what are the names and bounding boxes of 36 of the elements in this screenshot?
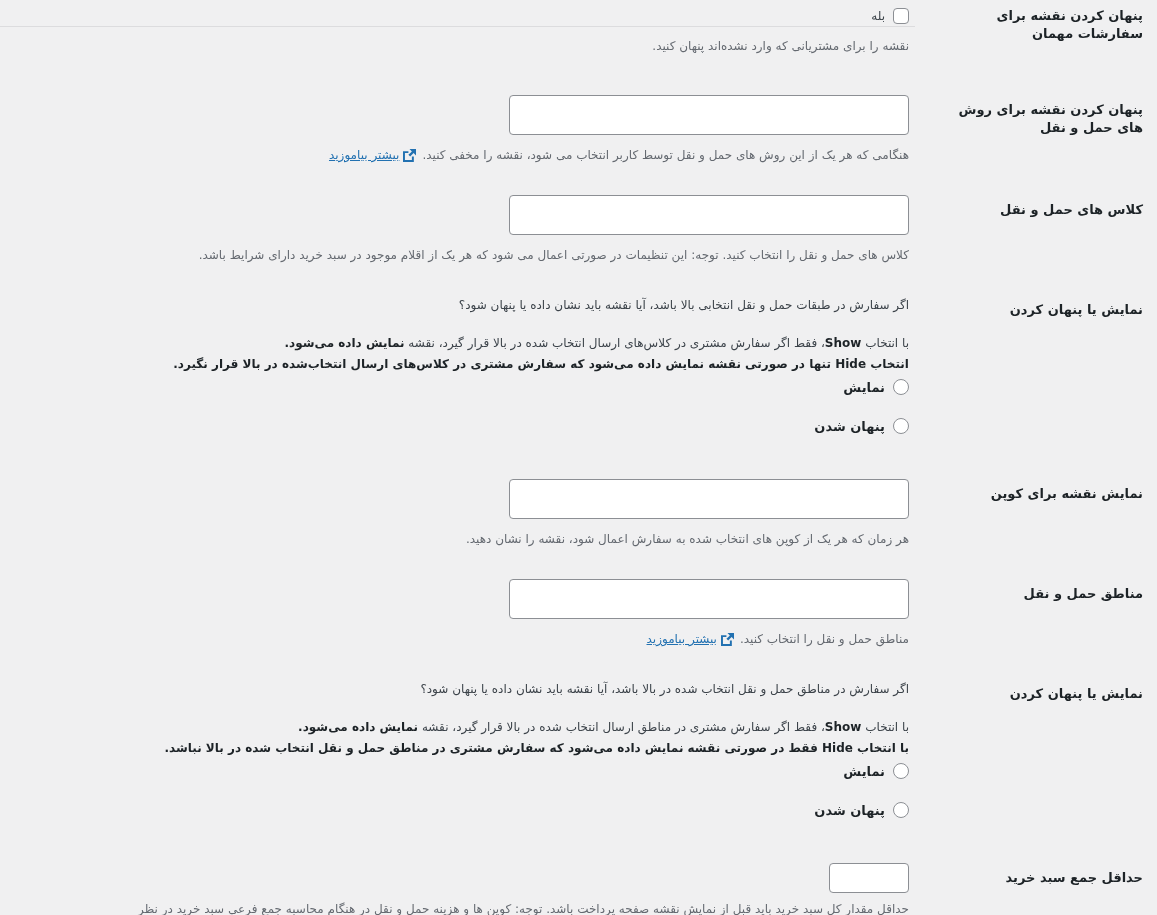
input-field[interactable] (509, 195, 909, 235)
setting-label: نمایش یا پنهان کردن (1008, 685, 1143, 703)
radio-button[interactable] (893, 763, 909, 779)
note-text: انتخاب Hide تنها در صورتی نقشه نمایش داده می‌شود که سفارش مشتری در کلاس‌های ارسال انتخاب‌شده در بالا قرار نگیرد. (173, 356, 909, 374)
input-field[interactable] (509, 95, 909, 135)
input-field[interactable] (509, 579, 909, 619)
number-field[interactable] (829, 863, 909, 893)
radio-button[interactable] (893, 418, 909, 434)
checkbox[interactable] (893, 8, 909, 24)
input-field[interactable] (509, 479, 909, 519)
description-text: هر زمان که هر یک از کوپن های انتخاب شده به سفارش اعمال شود، نقشه را نشان دهید. (465, 531, 909, 549)
setting-label: پنهان کردن نقشه برای سفارشات مهمان (995, 7, 1143, 43)
setting-label: پنهان کردن نقشه برای روش های حمل و نقل (957, 101, 1143, 137)
learn-more-link[interactable]: بیشتر بیاموزید (329, 145, 417, 165)
description-text: کلاس های حمل و نقل را انتخاب کنید. توجه: این تنظیمات در صورتی اعمال می شود که هر یک از اقلام موجود در سبد خرید دارای شرایط باشد. (198, 247, 909, 265)
radio-button[interactable] (893, 379, 909, 395)
external-link-icon (720, 632, 734, 646)
setting-label: مناطق حمل و نقل (1022, 585, 1143, 603)
radio-label[interactable]: پنهان شدن (814, 802, 885, 818)
external-link-icon (403, 148, 417, 162)
checkbox-label[interactable]: بله (871, 7, 885, 25)
radio-label[interactable]: نمایش (843, 379, 885, 395)
radio-button[interactable] (893, 802, 909, 818)
description-text: مناطق حمل و نقل را انتخاب کنید. (739, 631, 909, 649)
question-text: اگر سفارش در طبقات حمل و نقل انتخابی بالا باشد، آیا نقشه باید نشان داده یا پنهان شود؟ (458, 296, 909, 315)
description-text: هنگامی که هر یک از این روش های حمل و نقل توسط کاربر انتخاب می شود، نقشه را مخفی کنید. (422, 147, 909, 165)
note-text: با انتخاب Hide فقط در صورتی نقشه نمایش داده می‌شود که سفارش مشتری در مناطق حمل و نقل انتخاب شده در بالا نباشد. (164, 740, 909, 758)
description-text: نقشه را برای مشتریانی که وارد نشده‌اند پنهان کنید. (652, 38, 909, 55)
question-text: اگر سفارش در مناطق حمل و نقل انتخاب شده در بالا باشد، آیا نقشه باید نشان داده یا پنهان شود؟ (420, 680, 909, 699)
setting-label: نمایش یا پنهان کردن (1008, 301, 1143, 319)
radio-label[interactable]: نمایش (843, 763, 885, 779)
radio-label[interactable]: پنهان شدن (814, 418, 885, 434)
setting-label: نمایش نقشه برای کوپن (989, 485, 1143, 503)
setting-label: حداقل جمع سبد خرید (1004, 869, 1143, 887)
learn-more-link[interactable]: بیشتر بیاموزید (646, 629, 734, 649)
setting-label: کلاس های حمل و نقل (999, 201, 1143, 219)
